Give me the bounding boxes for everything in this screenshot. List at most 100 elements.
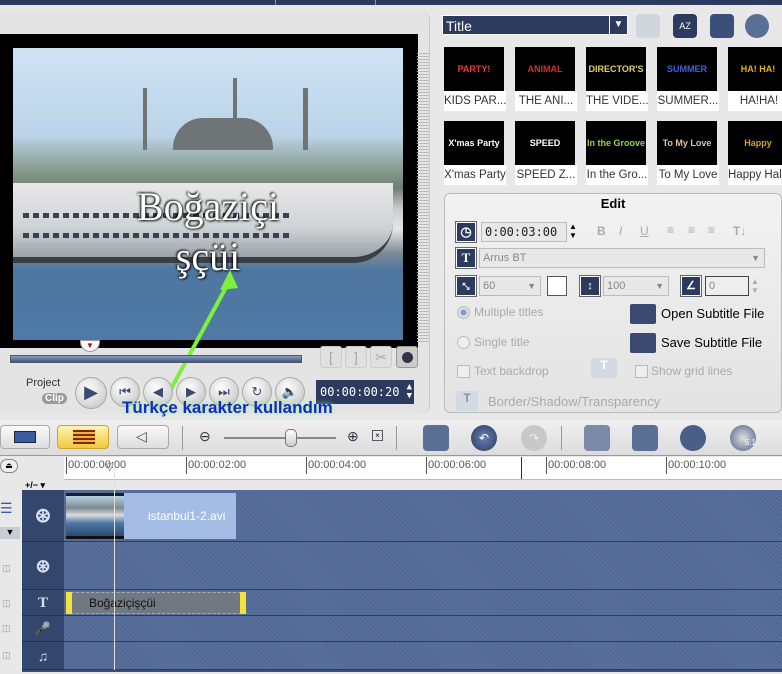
lock-icon[interactable]: ◫ bbox=[2, 650, 11, 661]
font-size-select[interactable]: 60 ▼ bbox=[479, 276, 541, 296]
font-select[interactable]: Arrus BT ▼ bbox=[479, 248, 765, 268]
multiple-titles-radio[interactable] bbox=[457, 306, 470, 319]
video-clip[interactable]: istanbul1-2.avi bbox=[66, 493, 236, 539]
video-track[interactable]: istanbul1-2.avi bbox=[64, 490, 782, 542]
font-color-swatch[interactable] bbox=[547, 276, 567, 296]
overlay-track[interactable] bbox=[64, 542, 782, 590]
mark-out-button[interactable]: ] bbox=[345, 346, 367, 368]
overlay-track-icon[interactable]: ⊛ bbox=[22, 542, 64, 590]
vertical-text-icon[interactable]: T↓ bbox=[733, 224, 746, 238]
preview-scrubber[interactable] bbox=[10, 355, 302, 363]
smart-proxy-icon[interactable] bbox=[584, 425, 610, 451]
text-backdrop-checkbox[interactable] bbox=[457, 365, 470, 378]
save-subtitle-button[interactable]: Save Subtitle File bbox=[661, 335, 762, 350]
zoom-slider-thumb[interactable] bbox=[285, 429, 298, 447]
redo-icon[interactable]: ↷ bbox=[521, 425, 547, 451]
timecode-spinner[interactable]: ▲ ▼ bbox=[407, 383, 412, 401]
sort-az-icon[interactable]: AZ bbox=[673, 14, 697, 38]
undo-icon[interactable]: ↶ bbox=[471, 425, 497, 451]
library-category-select[interactable]: Title ▼ bbox=[442, 15, 628, 35]
project-mode-label[interactable]: Project bbox=[26, 377, 60, 389]
insert-media-icon[interactable] bbox=[423, 425, 449, 451]
chevron-down-icon[interactable]: ▼ bbox=[751, 249, 760, 267]
playhead-marker-icon[interactable]: ▽ bbox=[106, 462, 114, 473]
chapter-point-icon[interactable] bbox=[632, 425, 658, 451]
clip-trim-handle-left[interactable] bbox=[66, 592, 72, 614]
library-item[interactable]: Happy HalloweenHappy Hal... bbox=[728, 121, 782, 187]
play-button[interactable]: ▶ bbox=[75, 377, 107, 409]
italic-button[interactable]: I bbox=[619, 224, 622, 238]
angle-spinner[interactable]: ▲ ▼ bbox=[751, 277, 759, 295]
video-clip-thumbnail bbox=[66, 493, 124, 539]
border-shadow-icon[interactable]: T bbox=[456, 391, 478, 411]
timeline-view-button[interactable] bbox=[57, 425, 109, 449]
batch-convert-icon[interactable] bbox=[680, 425, 706, 451]
align-right-icon[interactable]: ≡ bbox=[708, 223, 715, 237]
chevron-down-icon[interactable]: ▼ bbox=[527, 277, 536, 295]
underline-button[interactable]: U bbox=[640, 224, 649, 238]
voice-track[interactable] bbox=[64, 616, 782, 642]
lock-icon[interactable]: ◫ bbox=[2, 623, 11, 634]
video-track-icon[interactable]: ⊛ bbox=[22, 490, 64, 542]
align-left-icon[interactable]: ≡ bbox=[667, 223, 674, 237]
fit-to-window-icon[interactable]: × bbox=[372, 430, 383, 441]
single-title-radio[interactable] bbox=[457, 336, 470, 349]
timeline-ruler[interactable]: 00:00:00:00 00:00:02:00 00:00:04:00 00:0… bbox=[64, 457, 782, 480]
library-manager-icon[interactable] bbox=[745, 14, 769, 38]
library-item[interactable]: SUMMER FUNSUMMER... bbox=[657, 47, 719, 113]
collapse-tracks-icon[interactable]: ▼ bbox=[0, 527, 20, 539]
library-item[interactable]: SPEED SPEED Z... bbox=[515, 121, 577, 187]
library-item[interactable]: To My Love To My Love bbox=[657, 121, 719, 187]
line-spacing-select[interactable]: 100 ▼ bbox=[603, 276, 669, 296]
chevron-down-icon[interactable]: ▼ bbox=[655, 277, 664, 295]
open-subtitle-button[interactable]: Open Subtitle File bbox=[661, 306, 764, 321]
audio-view-button[interactable]: ◁ bbox=[117, 425, 169, 449]
enlarge-preview-button[interactable] bbox=[396, 346, 418, 368]
zoom-out-icon[interactable]: ⊖ bbox=[199, 428, 211, 445]
library-item-thumbnail: DIRECTOR'S CUT bbox=[586, 47, 646, 91]
library-item[interactable]: PARTY! KIDS PAR... bbox=[444, 47, 506, 113]
angle-field[interactable]: 0 bbox=[705, 276, 749, 296]
clip-trim-handle-right[interactable] bbox=[240, 592, 246, 614]
arrow-head bbox=[220, 270, 238, 290]
library-item-thumbnail: PARTY! bbox=[444, 47, 504, 91]
backdrop-settings-icon[interactable]: T bbox=[591, 358, 617, 378]
zoom-in-icon[interactable]: ⊕ bbox=[347, 428, 359, 445]
ruler-marker bbox=[521, 457, 522, 479]
storyboard-view-button[interactable] bbox=[0, 425, 50, 449]
show-grid-lines-checkbox[interactable] bbox=[635, 365, 648, 378]
track-list-icon[interactable]: ☰ bbox=[0, 500, 16, 520]
folder-icon[interactable] bbox=[636, 14, 660, 38]
eject-icon[interactable]: ⏏ bbox=[0, 459, 18, 473]
surround-sound-icon[interactable]: 5.1 bbox=[730, 425, 756, 451]
track-manager-button[interactable]: +/− ▾ bbox=[22, 480, 64, 490]
resize-grip[interactable] bbox=[417, 52, 429, 342]
library-item[interactable]: ANIMAL THE ANI... bbox=[515, 47, 577, 113]
library-item[interactable]: In the Groove In the Gro... bbox=[586, 121, 648, 187]
title-clip[interactable]: Boğaziçişçüi bbox=[66, 592, 246, 614]
library-item[interactable]: HA! HA! HA!HA! bbox=[728, 47, 782, 113]
clip-mode-label[interactable]: Clip bbox=[42, 393, 67, 404]
line-spacing-icon: ↕ bbox=[579, 275, 601, 297]
border-shadow-button[interactable]: Border/Shadow/Transparency bbox=[488, 394, 660, 409]
library-item[interactable]: DIRECTOR'S CUTTHE VIDE... bbox=[586, 47, 648, 113]
library-item[interactable]: X'mas Party X'mas Party bbox=[444, 121, 506, 187]
duration-field[interactable]: 0:00:03:00 bbox=[481, 222, 567, 242]
timeline-toolbar: ◁ ⊖ ⊕ × bbox=[0, 420, 782, 456]
music-track[interactable] bbox=[64, 642, 782, 670]
scissors-icon[interactable]: ✂ bbox=[370, 346, 392, 368]
library-options-icon[interactable] bbox=[710, 14, 734, 38]
title-track[interactable]: Boğaziçişçüi bbox=[64, 590, 782, 616]
align-center-icon[interactable]: ≡ bbox=[688, 223, 695, 237]
duration-spinner[interactable]: ▲ ▼ bbox=[569, 222, 577, 240]
chevron-down-icon[interactable]: ▼ bbox=[609, 16, 627, 34]
voice-track-icon[interactable]: 🎤 bbox=[22, 616, 64, 642]
mark-in-button[interactable]: [ bbox=[320, 346, 342, 368]
bold-button[interactable]: B bbox=[597, 224, 606, 238]
title-track-icon[interactable]: T bbox=[22, 590, 64, 616]
music-track-icon[interactable]: ♫ bbox=[22, 642, 64, 670]
zoom-slider-track[interactable] bbox=[224, 437, 336, 439]
lock-icon[interactable]: ◫ bbox=[2, 563, 11, 574]
lock-icon[interactable]: ◫ bbox=[2, 598, 11, 609]
playhead-line[interactable] bbox=[114, 465, 115, 670]
